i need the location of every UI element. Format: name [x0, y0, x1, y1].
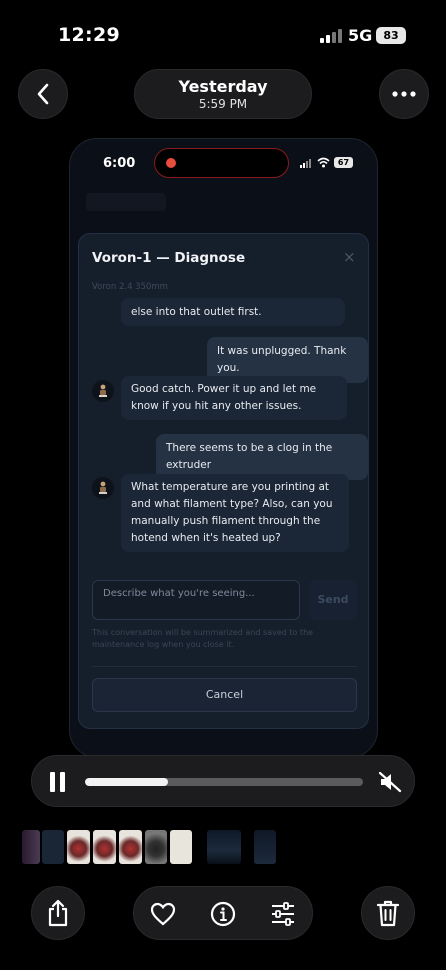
back-button[interactable]	[18, 69, 68, 119]
blurred-header	[86, 193, 166, 211]
date-title: Yesterday	[178, 77, 268, 96]
battery-icon: 83	[376, 27, 406, 44]
more-button[interactable]	[379, 69, 429, 119]
video-scrubber[interactable]	[85, 778, 363, 786]
action-bar	[133, 886, 313, 940]
phone-status-icons: 67	[300, 157, 360, 169]
summary-notice: This conversation will be summarized and…	[92, 628, 314, 649]
thumbnail[interactable]	[22, 830, 40, 864]
info-button[interactable]	[210, 901, 236, 927]
speaker-muted-icon[interactable]	[377, 770, 403, 794]
info-icon	[210, 901, 236, 927]
phone-status-time: 6:00	[103, 156, 136, 171]
favorite-button[interactable]	[150, 901, 176, 927]
adjust-button[interactable]	[270, 901, 296, 927]
assistant-avatar	[92, 380, 114, 402]
thumbnail[interactable]	[119, 830, 142, 864]
close-icon[interactable]: ×	[343, 248, 356, 266]
cancel-button[interactable]: Cancel	[92, 678, 357, 712]
scrubber-fill	[85, 778, 169, 786]
send-button[interactable]: Send	[309, 580, 357, 620]
recording-dot-icon	[166, 158, 176, 168]
chevron-left-icon	[37, 83, 49, 105]
diagnose-dialog: Voron-1 — Diagnose × Voron 2.4 350mm els…	[78, 233, 369, 729]
video-player-controls	[31, 755, 415, 807]
network-type: 5G	[348, 26, 373, 45]
status-time: 12:29	[58, 24, 120, 46]
wifi-icon	[317, 157, 330, 168]
thumbnail[interactable]	[67, 830, 90, 864]
status-bar: 12:29 5G 83	[0, 0, 446, 64]
video-frame: 6:00 67 Voron-1 — Diagnose × Voron 2.4 3…	[69, 138, 378, 758]
date-time: 5:59 PM	[198, 97, 248, 111]
dialog-subtitle: Voron 2.4 350mm	[92, 282, 168, 292]
dynamic-island	[154, 148, 289, 178]
thumbnail[interactable]	[254, 830, 276, 864]
ellipsis-icon	[392, 91, 416, 97]
trash-icon	[376, 900, 400, 927]
thumbnail-strip[interactable]	[22, 830, 282, 864]
thumbnail[interactable]	[170, 830, 192, 864]
heart-icon	[150, 902, 176, 926]
thumbnail[interactable]	[93, 830, 116, 864]
chat-message-assistant: What temperature are you printing at and…	[121, 474, 349, 552]
dialog-title: Voron-1 — Diagnose	[92, 250, 246, 266]
thumbnail[interactable]	[42, 830, 64, 864]
message-input[interactable]: Describe what you're seeing...	[92, 580, 300, 620]
phone-signal-icon	[300, 159, 312, 168]
divider	[92, 666, 357, 667]
date-header: Yesterday 5:59 PM	[134, 69, 312, 119]
pause-icon[interactable]	[50, 772, 66, 792]
thumbnail[interactable]	[145, 830, 167, 864]
share-button[interactable]	[31, 886, 85, 940]
printer-avatar-icon	[99, 481, 107, 494]
thumbnail[interactable]	[207, 830, 241, 864]
phone-battery-icon: 67	[334, 157, 353, 168]
assistant-avatar	[92, 477, 114, 499]
signal-icon	[320, 29, 342, 43]
chat-message-assistant: Good catch. Power it up and let me know …	[121, 376, 347, 420]
chat-message-assistant: else into that outlet first.	[121, 298, 345, 326]
sliders-icon	[272, 902, 294, 926]
printer-avatar-icon	[99, 384, 107, 397]
share-icon	[48, 899, 68, 927]
delete-button[interactable]	[361, 886, 415, 940]
